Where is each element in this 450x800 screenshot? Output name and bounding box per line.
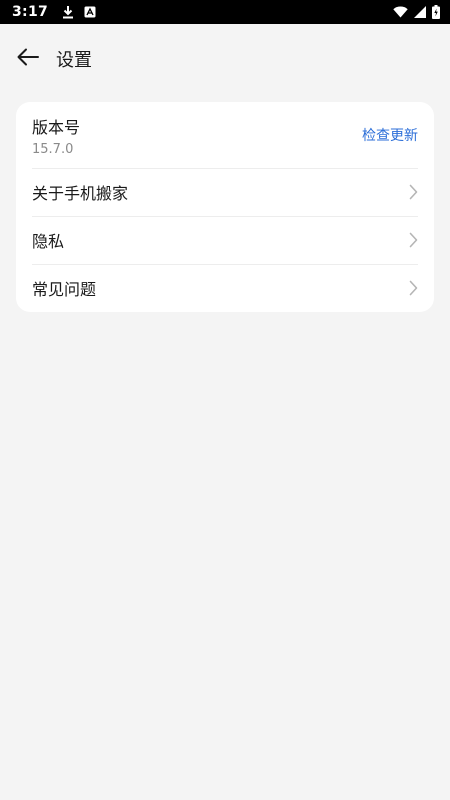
settings-item-label: 关于手机搬家 (32, 184, 129, 203)
chevron-right-icon (409, 232, 418, 248)
arrow-left-icon (16, 47, 40, 71)
version-value: 15.7.0 (32, 141, 74, 157)
settings-item-privacy[interactable]: 隐私 (16, 216, 434, 264)
page-title: 设置 (56, 50, 92, 71)
settings-item-label: 隐私 (32, 232, 65, 251)
version-label: 版本号 (32, 117, 81, 137)
status-bar: 3:17 (0, 0, 450, 24)
app-notification-icon (84, 6, 96, 18)
version-row: 版本号 15.7.0 检查更新 (16, 102, 434, 168)
wifi-icon (393, 6, 408, 18)
battery-charging-icon (432, 5, 440, 19)
chevron-right-icon (409, 184, 418, 200)
download-icon (62, 5, 74, 19)
back-button[interactable] (0, 31, 56, 87)
header: 设置 (0, 24, 450, 94)
version-block: 版本号 15.7.0 (32, 114, 80, 157)
settings-item-about[interactable]: 关于手机搬家 (16, 168, 434, 216)
status-time: 3:17 (12, 4, 49, 20)
check-update-button[interactable]: 检查更新 (362, 125, 418, 145)
settings-card: 版本号 15.7.0 检查更新 关于手机搬家 隐私 常见问题 (16, 102, 434, 312)
settings-item-faq[interactable]: 常见问题 (16, 264, 434, 312)
status-right-icons (393, 5, 440, 19)
chevron-right-icon (409, 280, 418, 296)
settings-item-label: 常见问题 (32, 280, 97, 299)
status-left-icons (62, 5, 96, 19)
signal-icon (414, 6, 426, 18)
